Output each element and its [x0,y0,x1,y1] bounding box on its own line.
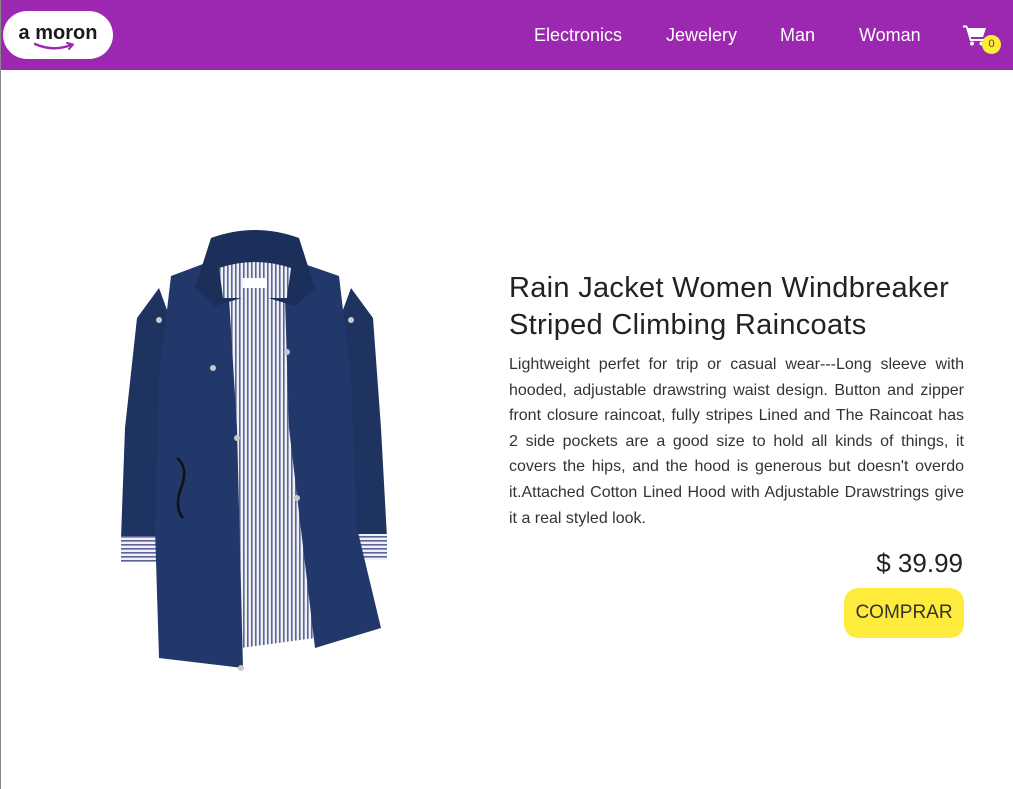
product-price: $ 39.99 [876,548,963,578]
cart-button[interactable]: 0 [963,24,1003,56]
nav-item-man[interactable]: Man [780,22,815,48]
cart-count-badge: 0 [982,35,1001,54]
product-description: Lightweight perfet for trip or casual we… [509,356,964,527]
product-title: Rain Jacket Women Windbreaker Striped Cl… [509,272,950,341]
product-details: Rain Jacket Women Windbreaker Striped Cl… [509,270,964,531]
nav-item-electronics[interactable]: Electronics [534,22,622,48]
buy-button[interactable]: COMPRAR [844,588,964,638]
page: a moron Electronics Jewelery Man Woman 0 [0,0,1013,789]
product-image [119,228,391,680]
nav-menu: Electronics Jewelery Man Woman [1,22,1013,48]
nav-item-woman[interactable]: Woman [859,22,921,48]
nav-item-jewelery[interactable]: Jewelery [666,22,737,48]
navbar: a moron Electronics Jewelery Man Woman 0 [1,0,1013,70]
